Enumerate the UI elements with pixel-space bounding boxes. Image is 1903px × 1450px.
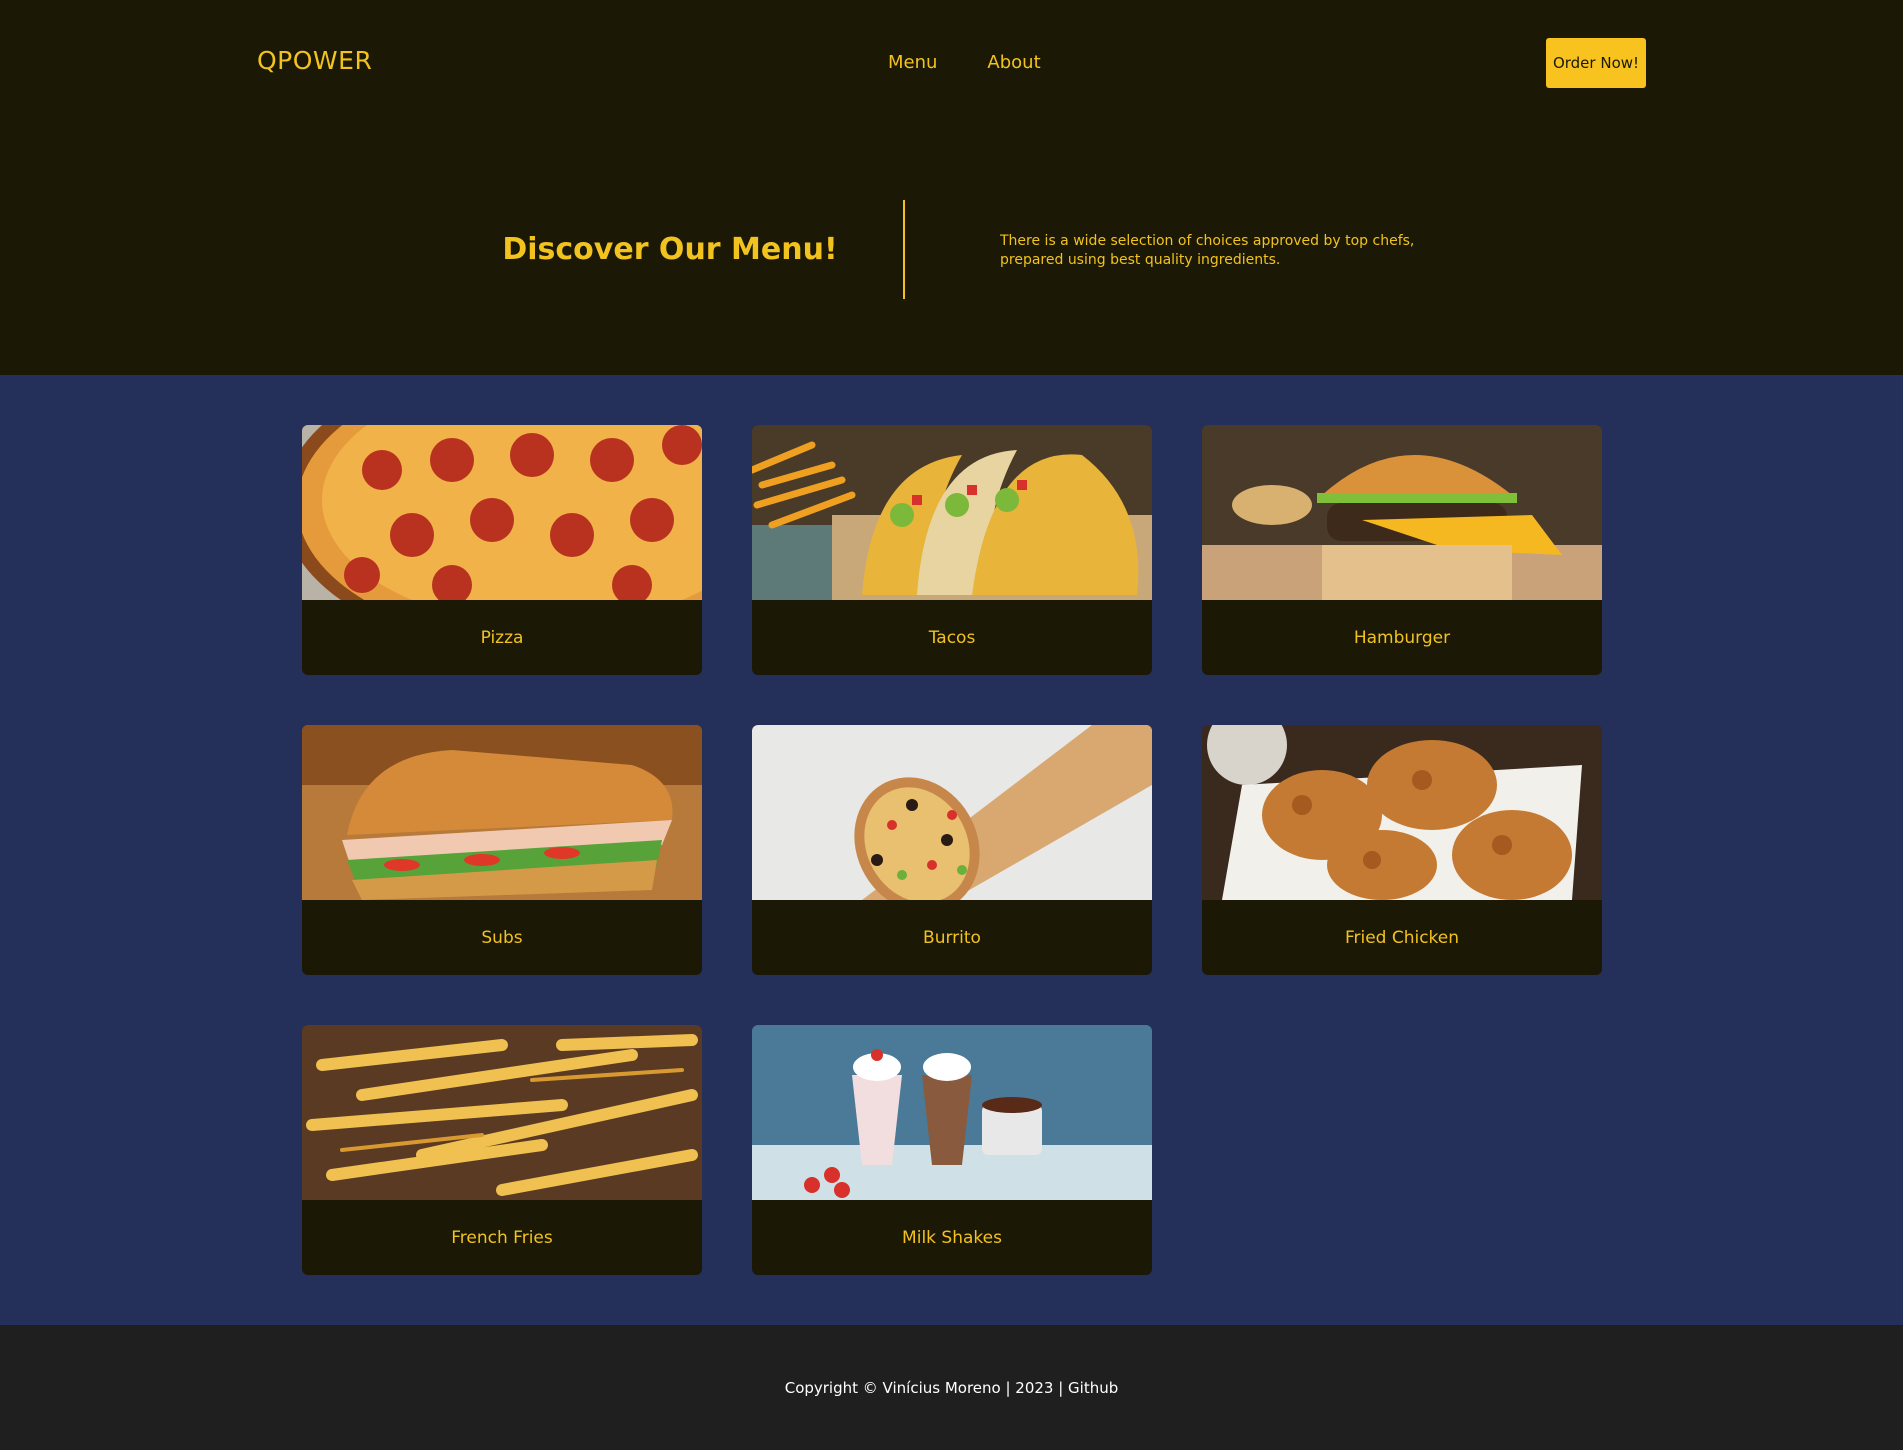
milk-shakes-image <box>752 1025 1152 1200</box>
nav-menu-link[interactable]: Menu <box>888 52 937 73</box>
menu-card-burrito[interactable]: Burrito <box>752 725 1152 975</box>
main-nav: Menu About <box>888 52 1041 73</box>
hero-description: There is a wide selection of choices app… <box>1000 233 1415 268</box>
order-now-button[interactable]: Order Now! <box>1546 38 1646 88</box>
menu-card-hamburger[interactable]: Hamburger <box>1202 425 1602 675</box>
nav-about-link[interactable]: About <box>987 52 1040 73</box>
menu-item-label: Tacos <box>928 627 976 648</box>
menu-item-label: Burrito <box>923 927 981 948</box>
footer-copyright: Copyright © Vinícius Moreno | 2023 | Git… <box>784 1378 1119 1397</box>
subs-image <box>302 725 702 900</box>
burrito-image <box>752 725 1152 900</box>
menu-card-french-fries[interactable]: French Fries <box>302 1025 702 1275</box>
hamburger-image <box>1202 425 1602 600</box>
menu-item-label: Subs <box>481 927 523 948</box>
menu-item-label: Pizza <box>480 627 524 648</box>
logo[interactable]: QPOWER <box>257 46 372 75</box>
menu-item-label: Fried Chicken <box>1344 927 1460 948</box>
french-fries-image <box>302 1025 702 1200</box>
menu-item-label: Hamburger <box>1353 627 1451 648</box>
menu-item-label: French Fries <box>451 1227 553 1248</box>
menu-card-fried-chicken[interactable]: Fried Chicken <box>1202 725 1602 975</box>
menu-item-label: Milk Shakes <box>902 1227 1002 1248</box>
site-footer: Copyright © Vinícius Moreno | 2023 | Git… <box>0 1325 1903 1450</box>
hero-title: Discover Our Menu! <box>502 232 838 267</box>
fried-chicken-image <box>1202 725 1602 900</box>
tacos-image <box>752 425 1152 600</box>
menu-card-subs[interactable]: Subs <box>302 725 702 975</box>
hero-divider <box>903 200 905 299</box>
menu-card-tacos[interactable]: Tacos <box>752 425 1152 675</box>
menu-card-pizza[interactable]: Pizza <box>302 425 702 675</box>
menu-card-milk-shakes[interactable]: Milk Shakes <box>752 1025 1152 1275</box>
pizza-image <box>302 425 702 600</box>
site-header: QPOWER Menu About Order Now! Discover Ou… <box>0 0 1903 375</box>
